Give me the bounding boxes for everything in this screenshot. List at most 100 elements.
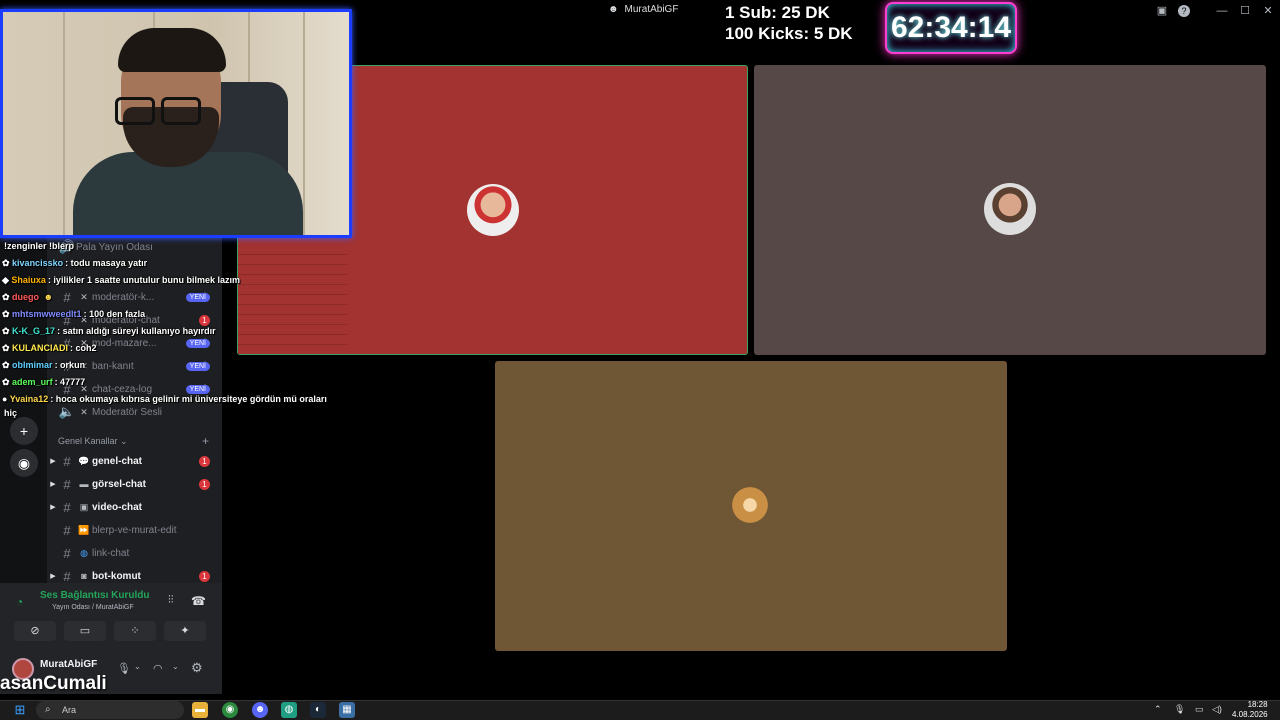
add-server-icon[interactable]: + — [10, 417, 38, 445]
category-label: Genel Kanallar — [58, 436, 118, 446]
channel-name: moderatör-k... — [92, 291, 155, 303]
mic-tray-icon[interactable]: 🎙 — [1174, 704, 1185, 715]
speaker-icon: 🔈 — [58, 404, 76, 419]
chat-user: oblmimar — [12, 360, 53, 370]
sub-line: 1 Sub: 25 DK — [725, 3, 830, 22]
channel-gorsel-chat[interactable]: ▶ # ▬ görsel-chat 1 — [48, 474, 220, 494]
tile-overlay-strip — [238, 245, 347, 354]
subscription-info: 1 Sub: 25 DK 100 Kicks: 5 DK — [725, 2, 853, 44]
chat-message: ✿ oblmimar: orkun — [2, 360, 86, 370]
settings-gear-icon[interactable]: ⚙ — [191, 660, 203, 676]
network-icon[interactable]: ▭ — [1195, 704, 1204, 715]
close-icon[interactable]: ✕ — [1260, 3, 1276, 19]
chevron-up-icon[interactable]: ⌃ — [1154, 704, 1162, 715]
new-badge: YENİ — [185, 361, 210, 371]
screen-share-icon[interactable]: ▭ — [64, 621, 106, 641]
voice-room: Yayın Odası — [52, 604, 91, 611]
chevron-down-icon[interactable]: ⌄ — [172, 662, 179, 671]
channel-name: Pala Yayın Odası — [76, 241, 153, 253]
chat-message: ✿ duego ☻ — [2, 292, 54, 302]
minimize-icon[interactable]: — — [1214, 3, 1230, 19]
file-explorer-icon[interactable]: ▬ — [192, 702, 208, 718]
chat-text: : todu masaya yatır — [65, 258, 148, 268]
maximize-icon[interactable]: ☐ — [1237, 3, 1253, 19]
chat-text: !zenginler !blerp — [4, 241, 75, 251]
new-badge: YENİ — [185, 338, 210, 348]
discover-icon[interactable]: ◉ — [10, 449, 38, 477]
microphone-icon[interactable]: 🎙 — [117, 662, 131, 675]
taskbar-search[interactable]: ⌕ Ara — [36, 701, 184, 719]
chat-text: : orkun — [54, 360, 86, 370]
chrome-icon[interactable]: ◉ — [222, 702, 238, 718]
speech-bubble-icon: 💬 — [78, 455, 90, 466]
unread-badge: 1 — [199, 570, 210, 582]
swords-icon: ✕ — [80, 291, 88, 302]
webcam-overlay — [0, 9, 352, 238]
participant-avatar — [467, 184, 519, 236]
channel-genel-chat[interactable]: ▶ # 💬 genel-chat 1 — [48, 451, 220, 471]
image-icon: ▬ — [79, 479, 89, 489]
chat-message: hiç — [2, 408, 17, 418]
chat-text: : hoca okumaya kıbrısa gelinir mi üniver… — [50, 394, 327, 404]
channel-name: Moderatör Sesli — [92, 406, 163, 418]
new-badge: YENİ — [185, 292, 210, 302]
inbox-icon[interactable]: ▣ — [1154, 3, 1170, 19]
add-channel-icon[interactable]: + — [202, 434, 209, 448]
discord-icon: ☻ — [608, 4, 619, 15]
chat-user: duego — [12, 292, 40, 302]
video-tile[interactable] — [754, 65, 1266, 355]
category-header[interactable]: Genel Kanallar ⌄ — [58, 436, 128, 447]
chat-text: hiç — [4, 408, 18, 418]
unread-badge: 1 — [199, 455, 210, 467]
obs-icon[interactable]: ◍ — [281, 702, 297, 718]
activities-icon[interactable]: ⁘ — [114, 621, 156, 641]
windows-start-icon[interactable]: ⊞ — [12, 702, 28, 718]
chat-message: ✿ mhtsmwweedlt1: 100 den fazla — [2, 309, 146, 319]
chat-user: adem_urf — [12, 377, 53, 387]
window-title: ☻ MuratAbiGF — [608, 4, 678, 15]
disconnect-icon[interactable]: ☎ — [191, 594, 206, 608]
channel-link-chat[interactable]: # ◍ link-chat — [48, 543, 220, 563]
search-placeholder: Ara — [62, 705, 77, 715]
soundboard-icon[interactable]: ✦ — [164, 621, 206, 641]
channel-name: link-chat — [92, 547, 130, 559]
window-title-text: MuratAbiGF — [624, 4, 679, 15]
voice-status[interactable]: Ses Bağlantısı Kuruldu — [40, 590, 149, 601]
streamer-name-overlay: asanCumali — [0, 673, 107, 694]
channel-name: genel-chat — [92, 455, 143, 467]
chevron-down-icon[interactable]: ⌄ — [134, 662, 141, 671]
channel-name: chat-ceza-log — [92, 383, 153, 395]
chat-text: : iyilikler 1 saatte unutulur bunu bilme… — [47, 275, 240, 285]
steam-icon[interactable]: ◐ — [310, 702, 326, 718]
channel-blerp-ve-murat-edit[interactable]: # ⏩ blerp-ve-murat-edit — [48, 520, 220, 540]
chat-user: mhtsmwweedlt1 — [12, 309, 82, 319]
chat-text: : satın aldığı süreyi kullanıyo hayırdır — [57, 326, 216, 336]
channel-name: video-chat — [92, 501, 143, 513]
chat-user: KULANCIADI — [12, 343, 69, 353]
volume-icon[interactable]: ◁) — [1212, 704, 1222, 715]
chat-user: kivancissko — [12, 258, 64, 268]
channel-moderator-k[interactable]: # ✕ moderatör-k... YENİ — [48, 287, 220, 307]
chat-user: Shaiuxa — [11, 275, 46, 285]
channel-name: blerp-ve-murat-edit — [92, 524, 177, 536]
kick-line: 100 Kicks: 5 DK — [725, 24, 853, 43]
headphones-icon[interactable]: ◠ — [153, 662, 163, 675]
chat-text: : coh2 — [70, 343, 97, 353]
chat-message: ✿ adem_urf: 47777 — [2, 377, 86, 387]
noise-suppression-icon[interactable]: ⫶⫶ — [168, 594, 174, 607]
camera-off-icon[interactable]: ⊘ — [14, 621, 56, 641]
unread-badge: 1 — [199, 314, 210, 326]
user-name[interactable]: MuratAbiGF — [40, 659, 97, 670]
chat-text: : 100 den fazla — [83, 309, 146, 319]
help-icon[interactable]: ? — [1178, 5, 1190, 17]
voice-location: Yayın Odası / MuratAbiGF — [52, 604, 134, 611]
system-clock[interactable]: 18:28 4.08.2026 — [1232, 700, 1268, 720]
channel-video-chat[interactable]: ▶ # ▣ video-chat — [48, 497, 220, 517]
calculator-icon[interactable]: ▦ — [339, 702, 355, 718]
video-tile[interactable] — [495, 361, 1007, 651]
signal-icon[interactable]: ◔ — [16, 595, 23, 609]
search-icon: ⌕ — [45, 704, 51, 715]
discord-app-icon[interactable]: ☻ — [252, 702, 268, 718]
chat-message: !zenginler !blerp — [2, 241, 74, 251]
voice-channel-moderator-sesli[interactable]: 🔈 ✕ Moderatör Sesli — [48, 402, 220, 422]
